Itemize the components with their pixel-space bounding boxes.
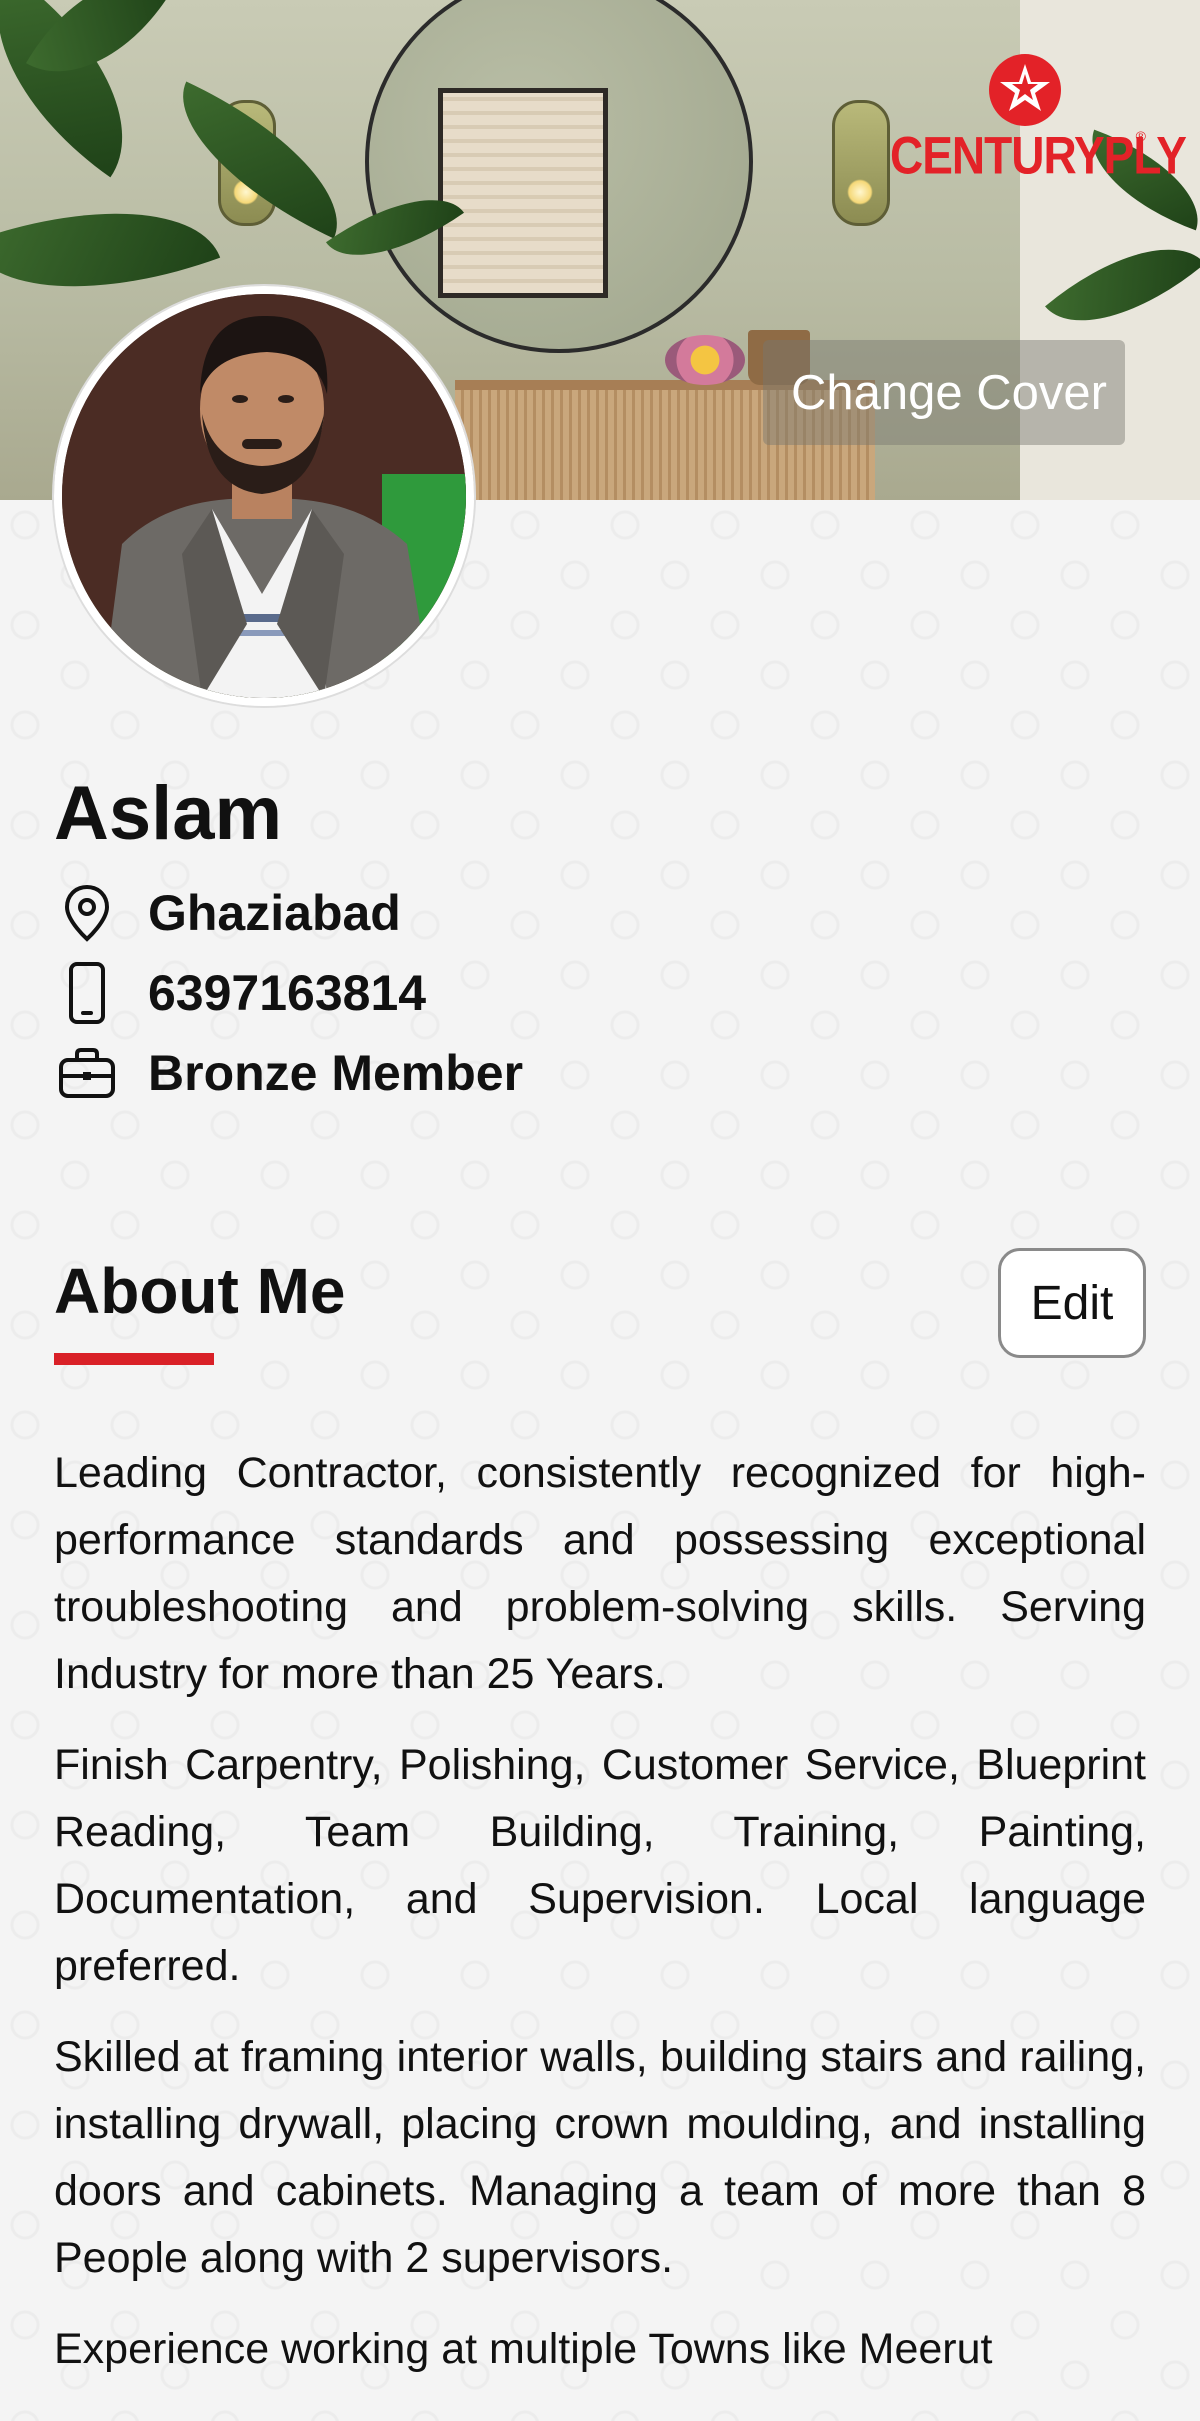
brand-wordmark: CENTURYPLY — [890, 125, 1187, 185]
profile-membership: Bronze Member — [148, 1045, 524, 1101]
cover-flowers — [665, 335, 745, 385]
profile-location: Ghaziabad — [148, 885, 401, 941]
cover-wall-sconce-right — [832, 100, 890, 226]
change-cover-button[interactable]: Change Cover — [763, 340, 1125, 445]
profile-membership-row: Bronze Member — [54, 1038, 523, 1108]
about-me-underline — [54, 1353, 214, 1365]
briefcase-icon — [54, 1040, 120, 1106]
centuryply-logo: CENTURYPLY ® — [890, 50, 1187, 190]
profile-avatar[interactable] — [54, 286, 474, 706]
centuryply-star-icon — [985, 50, 1065, 130]
profile-phone-row: 6397163814 — [54, 958, 426, 1028]
profile-phone: 6397163814 — [148, 965, 427, 1021]
about-me-heading: About Me — [54, 1255, 346, 1327]
profile-name: Aslam — [54, 771, 283, 856]
cover-picture-frame — [438, 88, 608, 298]
about-paragraph: Leading Contractor, consistently recogni… — [54, 1449, 1146, 1698]
about-paragraph: Skilled at framing interior walls, build… — [54, 2033, 1146, 2282]
smartphone-icon — [54, 960, 120, 1026]
about-paragraph: Experience working at multiple Towns lik… — [54, 2325, 993, 2373]
edit-about-button[interactable]: Edit — [998, 1248, 1146, 1358]
about-paragraph: Finish Carpentry, Polishing, Customer Se… — [54, 1741, 1146, 1990]
about-me-text: Leading Contractor, consistently recogni… — [54, 1440, 1146, 2407]
profile-location-row: Ghaziabad — [54, 878, 401, 948]
map-pin-icon — [54, 880, 120, 946]
brand-registered-mark: ® — [1135, 128, 1146, 144]
